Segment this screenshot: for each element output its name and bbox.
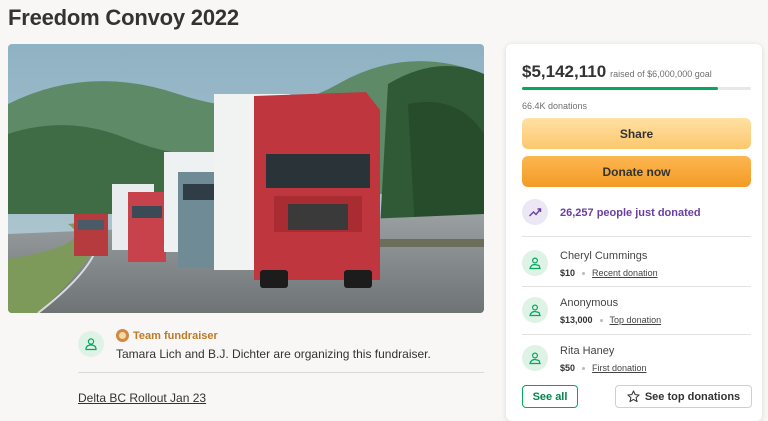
organizer-avatar-icon (78, 331, 104, 357)
raised-amount: $5,142,110 (522, 62, 607, 81)
row-divider (522, 236, 751, 237)
donor-meta: $10 Recent donation (560, 268, 658, 278)
donation-row: Anonymous $13,000 Top donation (522, 295, 751, 329)
donation-tag-link[interactable]: Recent donation (592, 268, 658, 278)
organizer-description: Tamara Lich and B.J. Dichter are organiz… (116, 347, 431, 361)
donor-hand-icon (522, 250, 548, 276)
raised-goal: raised of $6,000,000 goal (610, 69, 712, 79)
donation-count: 66.4K donations (522, 101, 588, 111)
donor-name: Rita Haney (560, 345, 615, 357)
donation-row: Cheryl Cummings $10 Recent donation (522, 248, 751, 282)
recent-donors-text: 26,257 people just donated (560, 207, 701, 219)
trending-up-icon (522, 199, 548, 225)
donation-tag-link[interactable]: First donation (592, 363, 647, 373)
donate-now-button[interactable]: Donate now (522, 156, 751, 187)
see-top-donations-label: See top donations (644, 390, 741, 403)
donation-amount: $13,000 (560, 315, 593, 325)
row-divider (522, 334, 751, 335)
raised-summary: $5,142,110 raised of $6,000,000 goal (522, 62, 712, 82)
donation-amount: $50 (560, 363, 576, 373)
see-all-button[interactable]: See all (522, 385, 578, 408)
meta-separator (599, 318, 603, 322)
goal-progress-fill (522, 87, 719, 90)
donation-row: Rita Haney $50 First donation (522, 343, 751, 377)
page-title: Freedom Convoy 2022 (8, 5, 239, 30)
star-icon (627, 390, 640, 403)
goal-progress-bar (522, 87, 751, 90)
donor-hand-icon (522, 345, 548, 371)
donation-sidebar: $5,142,110 raised of $6,000,000 goal 66.… (506, 44, 762, 421)
meta-separator (582, 271, 586, 275)
donor-meta: $13,000 Top donation (560, 315, 661, 325)
donation-amount: $10 (560, 268, 576, 278)
team-fundraiser-label: Team fundraiser (133, 329, 218, 342)
campaign-hero-image (8, 44, 484, 313)
share-button[interactable]: Share (522, 118, 751, 149)
donor-meta: $50 First donation (560, 363, 647, 373)
donor-name: Anonymous (560, 297, 619, 309)
update-link[interactable]: Delta BC Rollout Jan 23 (78, 391, 206, 405)
donor-hand-icon (522, 297, 548, 323)
recent-activity-row: 26,257 people just donated (522, 199, 751, 226)
see-top-donations-button[interactable]: See top donations (615, 385, 752, 408)
organizer-divider (78, 372, 484, 373)
donor-name: Cheryl Cummings (560, 250, 648, 262)
team-badge-icon (116, 329, 129, 342)
donation-tag-link[interactable]: Top donation (610, 315, 662, 325)
meta-separator (582, 366, 586, 370)
row-divider (522, 286, 751, 287)
